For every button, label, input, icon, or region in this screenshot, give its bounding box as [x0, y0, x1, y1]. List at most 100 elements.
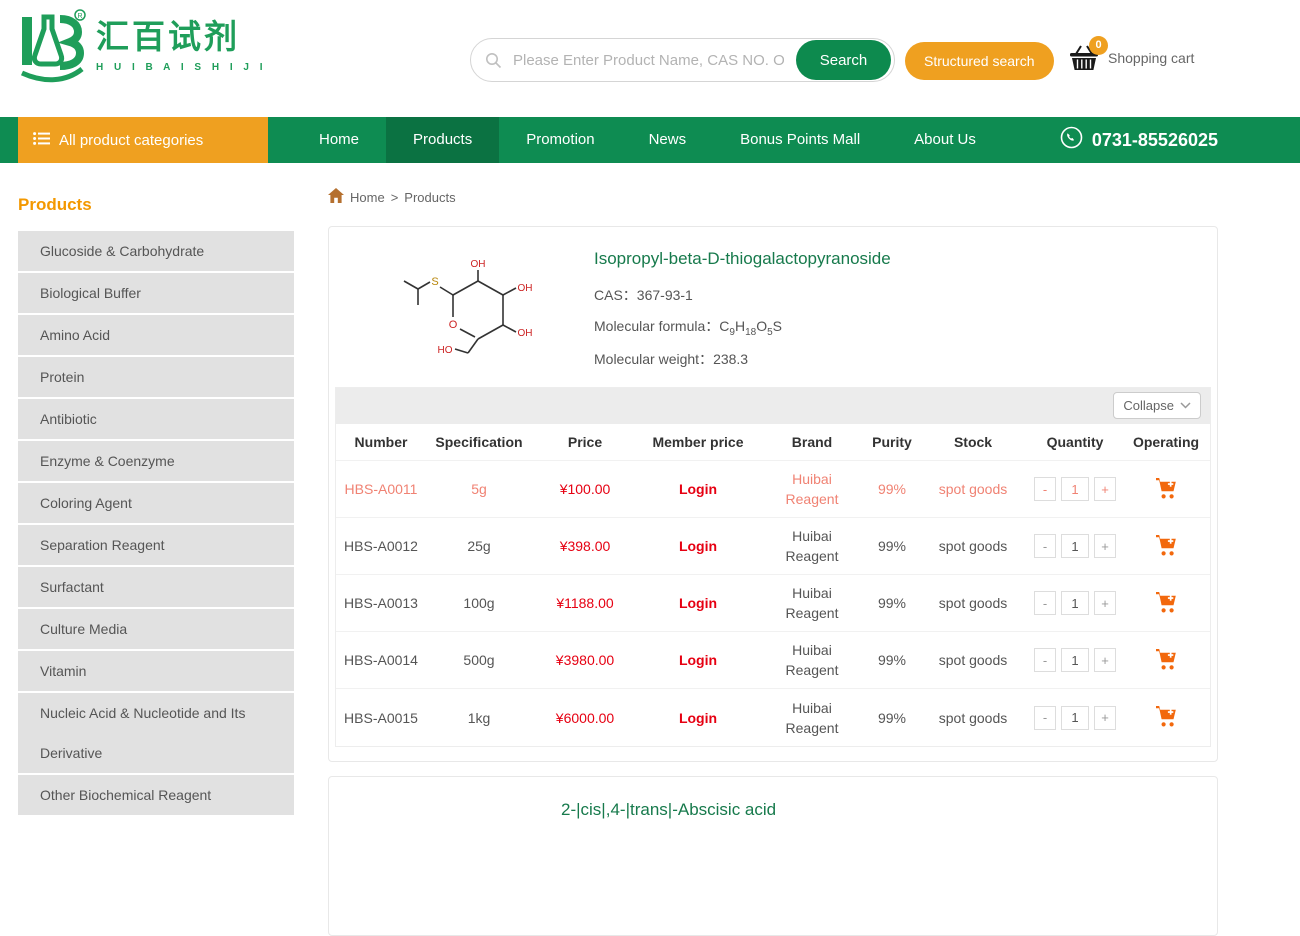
cell-quantity: -+ — [1028, 689, 1122, 746]
cell-specification: 500g — [426, 632, 532, 689]
brand-name-cn: 汇百试剂 — [96, 19, 267, 55]
svg-text:OH: OH — [518, 283, 533, 294]
quantity-input[interactable] — [1061, 477, 1089, 501]
next-product-title[interactable]: 2-|cis|,4-|trans|-Abscisic acid — [561, 800, 1217, 820]
login-link[interactable]: Login — [679, 481, 717, 497]
cell-number: HBS-A0011 — [336, 461, 426, 518]
brand-text: Huibai Reagent — [783, 526, 841, 566]
cell-stock: spot goods — [918, 575, 1028, 632]
quantity-decrease-button[interactable]: - — [1034, 706, 1056, 730]
phone-number: 0731-85526025 — [1092, 130, 1218, 151]
nav-item-products[interactable]: Products — [386, 117, 499, 163]
price-table-container: Collapse NumberSpecificationPriceMember … — [335, 387, 1211, 747]
sidebar-item-enzyme-coenzyme[interactable]: Enzyme & Coenzyme — [18, 441, 294, 483]
sidebar-item-amino-acid[interactable]: Amino Acid — [18, 315, 294, 357]
quantity-increase-button[interactable]: + — [1094, 534, 1116, 558]
quantity-input[interactable] — [1061, 591, 1089, 615]
formula-label: Molecular formula： — [594, 318, 719, 334]
cell-price: ¥1188.00 — [532, 575, 638, 632]
cell-operating — [1122, 575, 1210, 632]
category-list-icon — [33, 132, 50, 149]
column-header-number: Number — [336, 424, 426, 461]
category-list: Glucoside & CarbohydrateBiological Buffe… — [18, 231, 294, 817]
table-row: HBS-A00115g¥100.00LoginHuibai Reagent99%… — [336, 461, 1210, 518]
breadcrumb-home[interactable]: Home — [350, 190, 385, 205]
cell-member-price: Login — [638, 461, 758, 518]
breadcrumb-current: Products — [404, 190, 455, 205]
quantity-increase-button[interactable]: + — [1094, 477, 1116, 501]
sidebar-item-protein[interactable]: Protein — [18, 357, 294, 399]
structured-search-button[interactable]: Structured search — [905, 42, 1054, 80]
quantity-decrease-button[interactable]: - — [1034, 477, 1056, 501]
quantity-input[interactable] — [1061, 706, 1089, 730]
sidebar-title: Products — [18, 195, 294, 215]
sidebar-item-biological-buffer[interactable]: Biological Buffer — [18, 273, 294, 315]
cell-specification: 100g — [426, 575, 532, 632]
logo-flask-icon: R — [18, 9, 86, 96]
sidebar-item-nucleic-acid-nucleotide-and-its-derivative[interactable]: Nucleic Acid & Nucleotide and Its Deriva… — [18, 693, 294, 775]
login-link[interactable]: Login — [679, 652, 717, 668]
sidebar-item-antibiotic[interactable]: Antibiotic — [18, 399, 294, 441]
all-categories-button[interactable]: All product categories — [18, 117, 268, 163]
quantity-input[interactable] — [1061, 648, 1089, 672]
quantity-increase-button[interactable]: + — [1094, 706, 1116, 730]
logo-text: 汇百试剂 H U I B A I S H I J I — [96, 9, 267, 73]
add-to-cart-button[interactable] — [1154, 705, 1178, 730]
shopping-cart[interactable]: 0 Shopping cart — [1068, 44, 1194, 72]
cell-brand: Huibai Reagent — [758, 518, 866, 575]
quantity-decrease-button[interactable]: - — [1034, 534, 1056, 558]
column-header-quantity: Quantity — [1028, 424, 1122, 461]
nav-item-bonus-points-mall[interactable]: Bonus Points Mall — [713, 117, 887, 163]
table-row: HBS-A001225g¥398.00LoginHuibai Reagent99… — [336, 518, 1210, 575]
sidebar-item-vitamin[interactable]: Vitamin — [18, 651, 294, 693]
brand-name-en: H U I B A I S H I J I — [96, 62, 267, 73]
nav-item-about-us[interactable]: About Us — [887, 117, 1003, 163]
product-title[interactable]: Isopropyl-beta-D-thiogalactopyranoside — [594, 249, 891, 269]
search-button[interactable]: Search — [796, 40, 891, 80]
phone-contact: 0731-85526025 — [1060, 117, 1218, 163]
column-header-specification: Specification — [426, 424, 532, 461]
cell-member-price: Login — [638, 689, 758, 746]
next-product-card: 2-|cis|,4-|trans|-Abscisic acid — [328, 776, 1218, 936]
add-to-cart-button[interactable] — [1154, 534, 1178, 559]
quantity-input[interactable] — [1061, 534, 1089, 558]
breadcrumb-separator: > — [391, 190, 399, 205]
nav-item-promotion[interactable]: Promotion — [499, 117, 621, 163]
cell-brand: Huibai Reagent — [758, 632, 866, 689]
cell-number: HBS-A0013 — [336, 575, 426, 632]
login-link[interactable]: Login — [679, 538, 717, 554]
login-link[interactable]: Login — [679, 710, 717, 726]
cell-specification: 25g — [426, 518, 532, 575]
table-row: HBS-A0013100g¥1188.00LoginHuibai Reagent… — [336, 575, 1210, 632]
quantity-increase-button[interactable]: + — [1094, 648, 1116, 672]
sidebar-item-culture-media[interactable]: Culture Media — [18, 609, 294, 651]
cas-label: CAS： — [594, 287, 637, 303]
nav-item-news[interactable]: News — [622, 117, 714, 163]
login-link[interactable]: Login — [679, 595, 717, 611]
cart-plus-icon — [1154, 477, 1178, 499]
collapse-button[interactable]: Collapse — [1113, 392, 1201, 419]
nav-item-home[interactable]: Home — [292, 117, 386, 163]
add-to-cart-button[interactable] — [1154, 477, 1178, 502]
sidebar-item-separation-reagent[interactable]: Separation Reagent — [18, 525, 294, 567]
sidebar-item-glucoside-carbohydrate[interactable]: Glucoside & Carbohydrate — [18, 231, 294, 273]
sidebar-item-other-biochemical-reagent[interactable]: Other Biochemical Reagent — [18, 775, 294, 817]
quantity-decrease-button[interactable]: - — [1034, 648, 1056, 672]
site-logo[interactable]: R 汇百试剂 H U I B A I S H I J I — [18, 9, 267, 96]
weight-value: 238.3 — [713, 351, 748, 367]
search-icon — [485, 52, 502, 74]
quantity-increase-button[interactable]: + — [1094, 591, 1116, 615]
cell-specification: 1kg — [426, 689, 532, 746]
sidebar-item-surfactant[interactable]: Surfactant — [18, 567, 294, 609]
add-to-cart-button[interactable] — [1154, 648, 1178, 673]
cell-operating — [1122, 461, 1210, 518]
cell-specification: 5g — [426, 461, 532, 518]
add-to-cart-button[interactable] — [1154, 591, 1178, 616]
home-icon — [328, 188, 344, 206]
sidebar-item-coloring-agent[interactable]: Coloring Agent — [18, 483, 294, 525]
cell-purity: 99% — [866, 632, 918, 689]
quantity-decrease-button[interactable]: - — [1034, 591, 1056, 615]
cell-member-price: Login — [638, 632, 758, 689]
quantity-stepper: -+ — [1034, 591, 1116, 615]
brand-text: Huibai Reagent — [783, 469, 841, 509]
